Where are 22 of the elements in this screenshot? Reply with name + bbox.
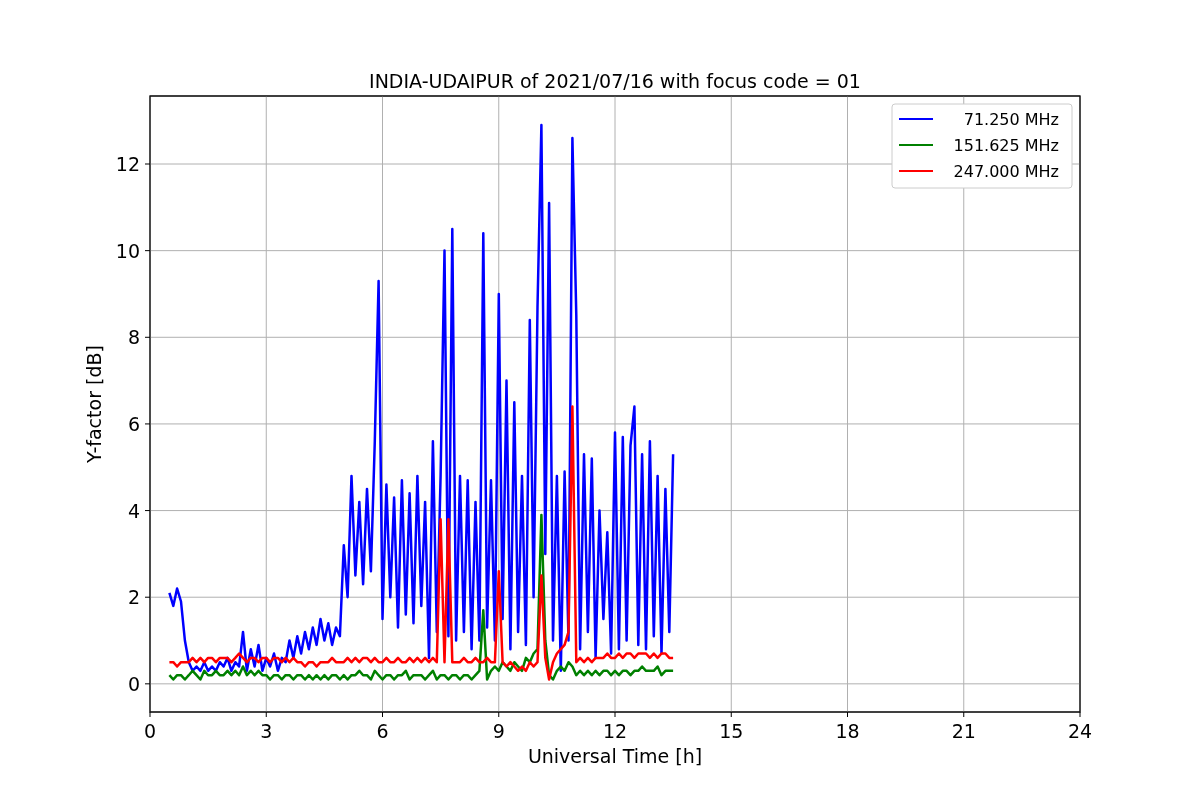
- y-axis-label: Y-factor [dB]: [83, 345, 105, 463]
- tick-label: 6: [127, 412, 140, 435]
- tick-label: 24: [1067, 720, 1093, 742]
- tick-label: 2: [127, 586, 140, 609]
- legend-label: 71.250 MHz: [963, 110, 1059, 129]
- tick-label: 21: [951, 720, 976, 742]
- x-axis-label: Universal Time [h]: [527, 745, 703, 767]
- tick-label: 9: [492, 720, 505, 742]
- legend-label: 247.000 MHz: [953, 162, 1059, 181]
- tick-label: 0: [127, 672, 140, 695]
- tick-label: 4: [127, 499, 140, 522]
- chart-title: INDIA-UDAIPUR of 2021/07/16 with focus code = 01: [369, 70, 861, 92]
- tick-label: 3: [260, 720, 273, 742]
- legend-label: 151.625 MHz: [953, 136, 1059, 155]
- tick-label: 6: [376, 720, 389, 742]
- tick-label: 12: [602, 720, 628, 742]
- tick-label: 15: [719, 720, 744, 742]
- tick-label: 18: [835, 720, 860, 742]
- tick-label: 12: [115, 153, 140, 175]
- tick-label: 8: [127, 326, 140, 349]
- tick-label: 10: [115, 239, 140, 262]
- tick-label: 0: [143, 720, 157, 742]
